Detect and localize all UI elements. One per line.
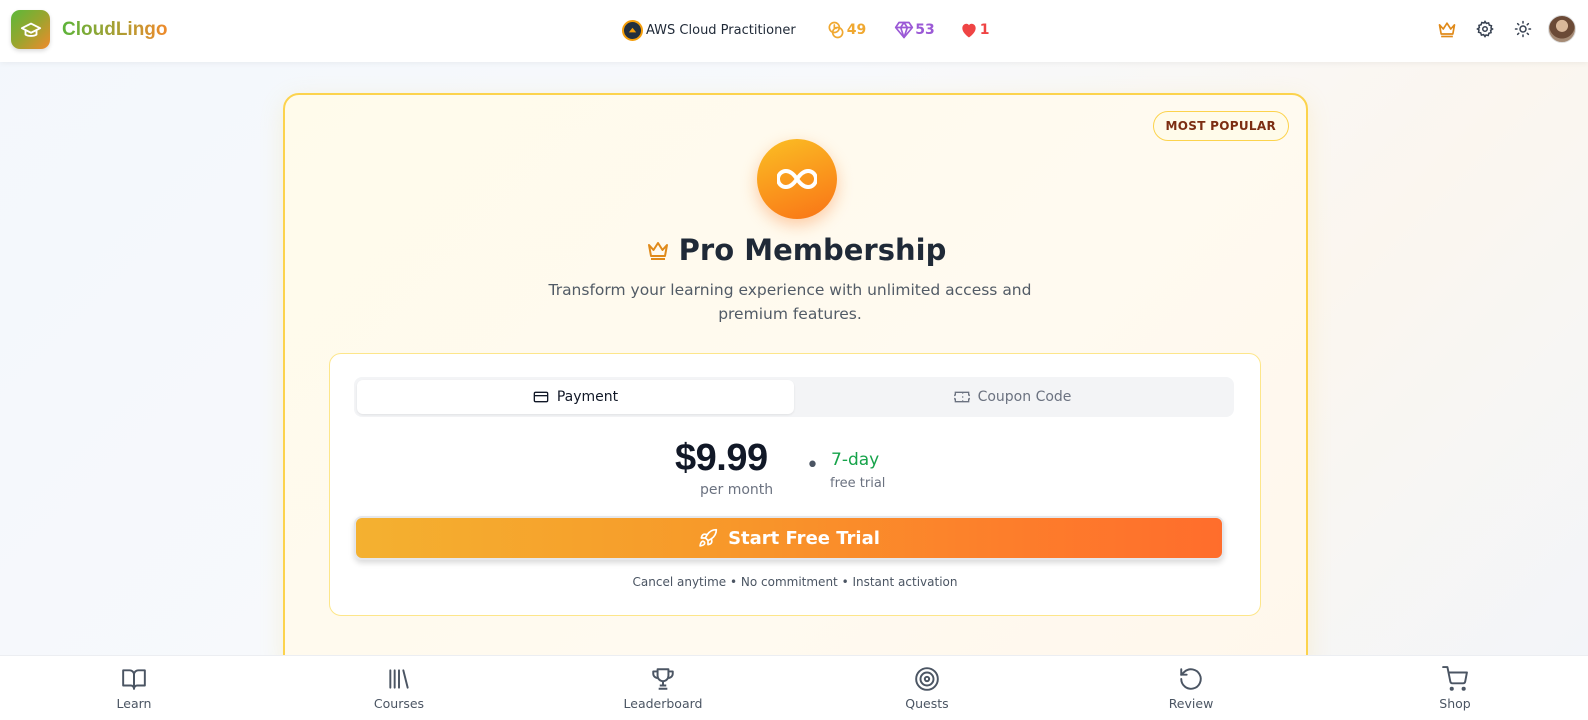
price-separator: •	[806, 453, 819, 478]
nav-item-quests[interactable]: Quests	[867, 666, 987, 711]
nav-label: Courses	[373, 696, 425, 711]
ticket-icon	[953, 391, 970, 403]
membership-description: Transform your learning experience with …	[548, 281, 1032, 323]
streak-count: 49	[846, 22, 867, 38]
gems-stat[interactable]: 53	[894, 20, 935, 40]
top-header: CloudLingo AWS Cloud Practitioner 49 53 …	[0, 0, 1588, 62]
tab-coupon-code[interactable]: Coupon Code	[794, 380, 1231, 414]
tab-payment[interactable]: Payment	[357, 380, 794, 414]
page-title: Pro Membership	[285, 233, 1306, 267]
header-stats: AWS Cloud Practitioner 49 53 1	[622, 17, 989, 43]
streak-icon	[828, 21, 844, 39]
nav-label: Quests	[905, 696, 949, 711]
cart-icon	[1442, 666, 1468, 691]
nav-label: Review	[1168, 696, 1214, 711]
gear-icon[interactable]	[1470, 14, 1500, 44]
graduation-cap-icon	[11, 10, 50, 49]
start-free-trial-button[interactable]: Start Free Trial	[354, 516, 1224, 560]
course-selector[interactable]: AWS Cloud Practitioner	[622, 19, 796, 41]
hearts-stat[interactable]: 1	[959, 20, 990, 40]
course-name: AWS Cloud Practitioner	[646, 22, 796, 38]
payment-panel: Payment Coupon Code $9.99 per month • 7-…	[329, 353, 1261, 616]
gems-count: 53	[915, 22, 935, 38]
user-avatar[interactable]	[1548, 15, 1576, 43]
tab-label: Payment	[556, 389, 619, 405]
title-text: Pro Membership	[678, 233, 947, 267]
sun-icon[interactable]	[1508, 14, 1538, 44]
nav-label: Learn	[116, 696, 152, 711]
nav-item-shop[interactable]: Shop	[1395, 666, 1515, 711]
cta-label: Start Free Trial	[728, 527, 880, 549]
pro-membership-card: MOST POPULAR Pro Membership Transform yo…	[283, 93, 1308, 673]
book-icon	[122, 669, 146, 690]
brand[interactable]: CloudLingo	[11, 10, 168, 49]
pricing: $9.99 per month • 7-day free trial	[330, 437, 1260, 507]
nav-item-courses[interactable]: Courses	[339, 666, 459, 711]
aws-course-icon	[622, 19, 643, 41]
fine-print: Cancel anytime • No commitment • Instant…	[632, 575, 958, 589]
crown-icon	[647, 242, 668, 260]
trial-days: 7-day	[831, 450, 880, 470]
header-actions	[1424, 14, 1576, 44]
trophy-icon	[652, 668, 674, 690]
crown-icon[interactable]	[1432, 14, 1462, 44]
brand-name: CloudLingo	[62, 18, 168, 40]
tab-label: Coupon Code	[977, 389, 1072, 405]
payment-tabs: Payment Coupon Code	[354, 377, 1234, 417]
target-icon	[915, 667, 939, 691]
rocket-icon	[699, 528, 718, 547]
price-period: per month	[700, 482, 774, 498]
trial-label: free trial	[830, 476, 886, 491]
rotate-ccw-icon	[1180, 668, 1202, 690]
infinity-icon	[757, 139, 837, 219]
nav-label: Shop	[1439, 696, 1471, 711]
credit-card-icon	[533, 391, 549, 403]
most-popular-badge: MOST POPULAR	[1152, 111, 1289, 141]
streak-stat[interactable]: 49	[826, 20, 866, 40]
gem-icon	[895, 21, 914, 39]
bottom-navigation: Learn Courses Leaderboard Quests Review …	[0, 655, 1588, 720]
price-amount: $9.99	[675, 437, 768, 479]
heart-icon	[962, 23, 976, 38]
nav-label: Leaderboard	[623, 696, 703, 711]
library-icon	[389, 669, 409, 689]
nav-item-leaderboard[interactable]: Leaderboard	[603, 666, 723, 711]
nav-item-learn[interactable]: Learn	[74, 666, 194, 711]
hearts-count: 1	[979, 22, 990, 38]
nav-item-review[interactable]: Review	[1131, 666, 1251, 711]
